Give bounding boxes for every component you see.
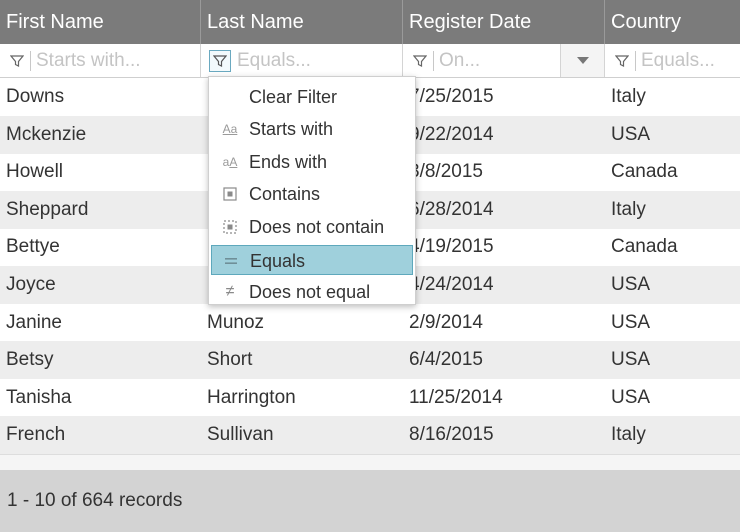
menu-item-label: Contains <box>249 184 321 204</box>
pager-info: 1 - 10 of 664 records <box>7 490 183 511</box>
grid-pager: 1 - 10 of 664 records <box>0 470 740 532</box>
first-name-filter-input[interactable] <box>36 47 196 75</box>
cell-country: USA <box>611 274 651 295</box>
cell-country: USA <box>611 349 651 371</box>
menu-item-label: Does not contain <box>249 217 385 237</box>
cell-country: Italy <box>611 424 646 446</box>
menu-item-label: Equals <box>250 251 306 271</box>
cell-first-name: Janine <box>6 311 62 333</box>
menu-item-clear-filter[interactable]: Clear Filter <box>211 82 413 112</box>
table-row[interactable]: French Sullivan 8/16/2015 Italy <box>0 416 740 455</box>
filter-icon-active[interactable] <box>209 50 231 72</box>
filter-icon[interactable] <box>611 50 633 72</box>
cell-register-date: 9/22/2014 <box>409 123 494 145</box>
cell-register-date: 7/25/2015 <box>409 86 494 107</box>
cell-last-name: Short <box>207 349 253 371</box>
filter-row <box>0 44 740 78</box>
cell-first-name: Bettye <box>6 236 60 258</box>
does-not-contain-icon <box>221 218 239 236</box>
cell-country: Canada <box>611 236 678 258</box>
filter-separator <box>433 51 434 71</box>
menu-item-label: Ends with <box>249 152 328 172</box>
cell-first-name: Joyce <box>6 274 56 295</box>
table-row[interactable]: Tanisha Harrington 11/25/2014 USA <box>0 379 740 417</box>
cell-country: USA <box>611 386 651 408</box>
menu-item-ends-with[interactable]: aA Ends with <box>211 147 413 177</box>
filter-operator-menu: Clear Filter Aa Starts with aA Ends with… <box>208 76 416 305</box>
cell-country: USA <box>611 123 651 145</box>
filter-cell-last-name <box>201 44 403 77</box>
chevron-down-icon <box>576 52 589 70</box>
cell-first-name: Howell <box>6 161 64 183</box>
cell-register-date: 8/16/2015 <box>409 424 494 446</box>
grid-empty-space <box>0 454 740 470</box>
filter-cell-register-date <box>403 44 605 77</box>
grid-header: First Name Last Name Register Date Count… <box>0 0 740 44</box>
filter-separator <box>635 51 636 71</box>
cell-register-date: 4/19/2015 <box>409 236 494 258</box>
cell-first-name: Sheppard <box>6 198 89 220</box>
menu-item-label: Starts with <box>249 119 334 139</box>
cell-register-date: 4/24/2014 <box>409 274 494 295</box>
register-date-filter-input[interactable] <box>439 47 554 75</box>
menu-item-does-not-equal[interactable]: ≠ Does not equal <box>211 277 413 307</box>
column-header-register-date[interactable]: Register Date <box>403 0 605 44</box>
data-grid: First Name Last Name Register Date Count… <box>0 0 740 532</box>
not-equal-icon: ≠ <box>225 283 235 300</box>
menu-item-does-not-contain[interactable]: Does not contain <box>211 212 413 242</box>
cell-register-date: 6/4/2015 <box>409 349 483 371</box>
ends-with-icon: aA <box>222 155 238 169</box>
country-filter-input[interactable] <box>641 47 733 75</box>
cell-last-name: Sullivan <box>207 424 274 446</box>
cell-last-name: Harrington <box>207 386 296 408</box>
filter-cell-country <box>605 44 740 77</box>
column-header-first-name[interactable]: First Name <box>0 0 201 44</box>
cell-country: USA <box>611 311 651 333</box>
cell-register-date: 6/28/2014 <box>409 198 494 220</box>
cell-first-name: Downs <box>6 86 65 107</box>
cell-country: Italy <box>611 86 646 107</box>
menu-item-starts-with[interactable]: Aa Starts with <box>211 114 413 144</box>
menu-item-contains[interactable]: Contains <box>211 179 413 209</box>
column-header-last-name[interactable]: Last Name <box>201 0 403 44</box>
table-row[interactable]: Betsy Short 6/4/2015 USA <box>0 341 740 380</box>
cell-country: Italy <box>611 198 646 220</box>
equals-icon <box>222 252 240 270</box>
menu-item-label: Does not equal <box>249 282 371 302</box>
filter-separator <box>30 51 31 71</box>
cell-register-date: 3/8/2015 <box>409 161 483 183</box>
cell-first-name: Betsy <box>6 349 54 371</box>
menu-item-equals[interactable]: Equals <box>211 245 413 275</box>
date-picker-dropdown-button[interactable] <box>560 44 604 77</box>
last-name-filter-input[interactable] <box>237 47 397 75</box>
column-header-country[interactable]: Country <box>605 0 740 44</box>
cell-first-name: French <box>6 424 66 446</box>
filter-cell-first-name <box>0 44 201 77</box>
filter-icon[interactable] <box>6 50 28 72</box>
cell-last-name: Munoz <box>207 311 265 333</box>
menu-item-label: Clear Filter <box>249 87 338 107</box>
cell-register-date: 2/9/2014 <box>409 311 483 333</box>
starts-with-icon: Aa <box>222 122 238 136</box>
cell-register-date: 11/25/2014 <box>409 386 503 408</box>
cell-first-name: Mckenzie <box>6 123 87 145</box>
contains-icon <box>221 185 239 203</box>
cell-first-name: Tanisha <box>6 386 72 408</box>
filter-icon[interactable] <box>409 50 431 72</box>
cell-country: Canada <box>611 161 678 183</box>
table-row[interactable]: Janine Munoz 2/9/2014 USA <box>0 304 740 342</box>
